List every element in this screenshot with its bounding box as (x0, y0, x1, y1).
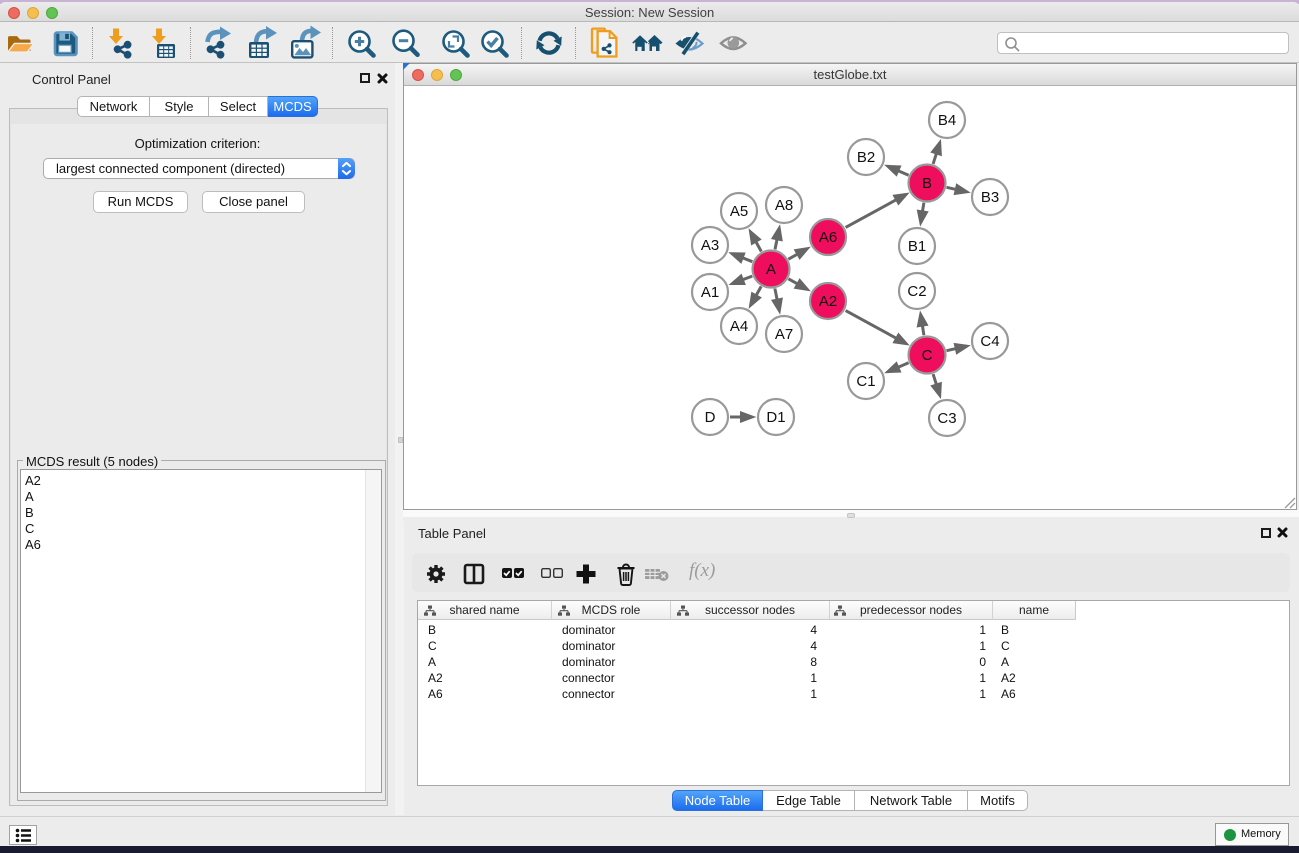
svg-text:C1: C1 (856, 373, 875, 390)
svg-text:C: C (922, 347, 933, 364)
svg-text:A: A (766, 261, 776, 278)
svg-text:A6: A6 (819, 229, 837, 246)
svg-text:D1: D1 (766, 409, 785, 426)
svg-text:A1: A1 (701, 284, 719, 301)
svg-text:B3: B3 (981, 189, 999, 206)
svg-text:C2: C2 (907, 283, 926, 300)
svg-text:A7: A7 (775, 326, 793, 343)
svg-text:B2: B2 (857, 149, 875, 166)
svg-text:D: D (705, 409, 716, 426)
svg-text:A8: A8 (775, 197, 793, 214)
svg-text:A3: A3 (701, 237, 719, 254)
svg-text:B4: B4 (938, 112, 956, 129)
svg-text:A2: A2 (819, 293, 837, 310)
svg-text:C3: C3 (937, 410, 956, 427)
svg-text:A4: A4 (730, 318, 748, 335)
svg-text:B1: B1 (908, 238, 926, 255)
svg-text:C4: C4 (980, 333, 999, 350)
svg-text:B: B (922, 175, 932, 192)
svg-text:A5: A5 (730, 203, 748, 220)
